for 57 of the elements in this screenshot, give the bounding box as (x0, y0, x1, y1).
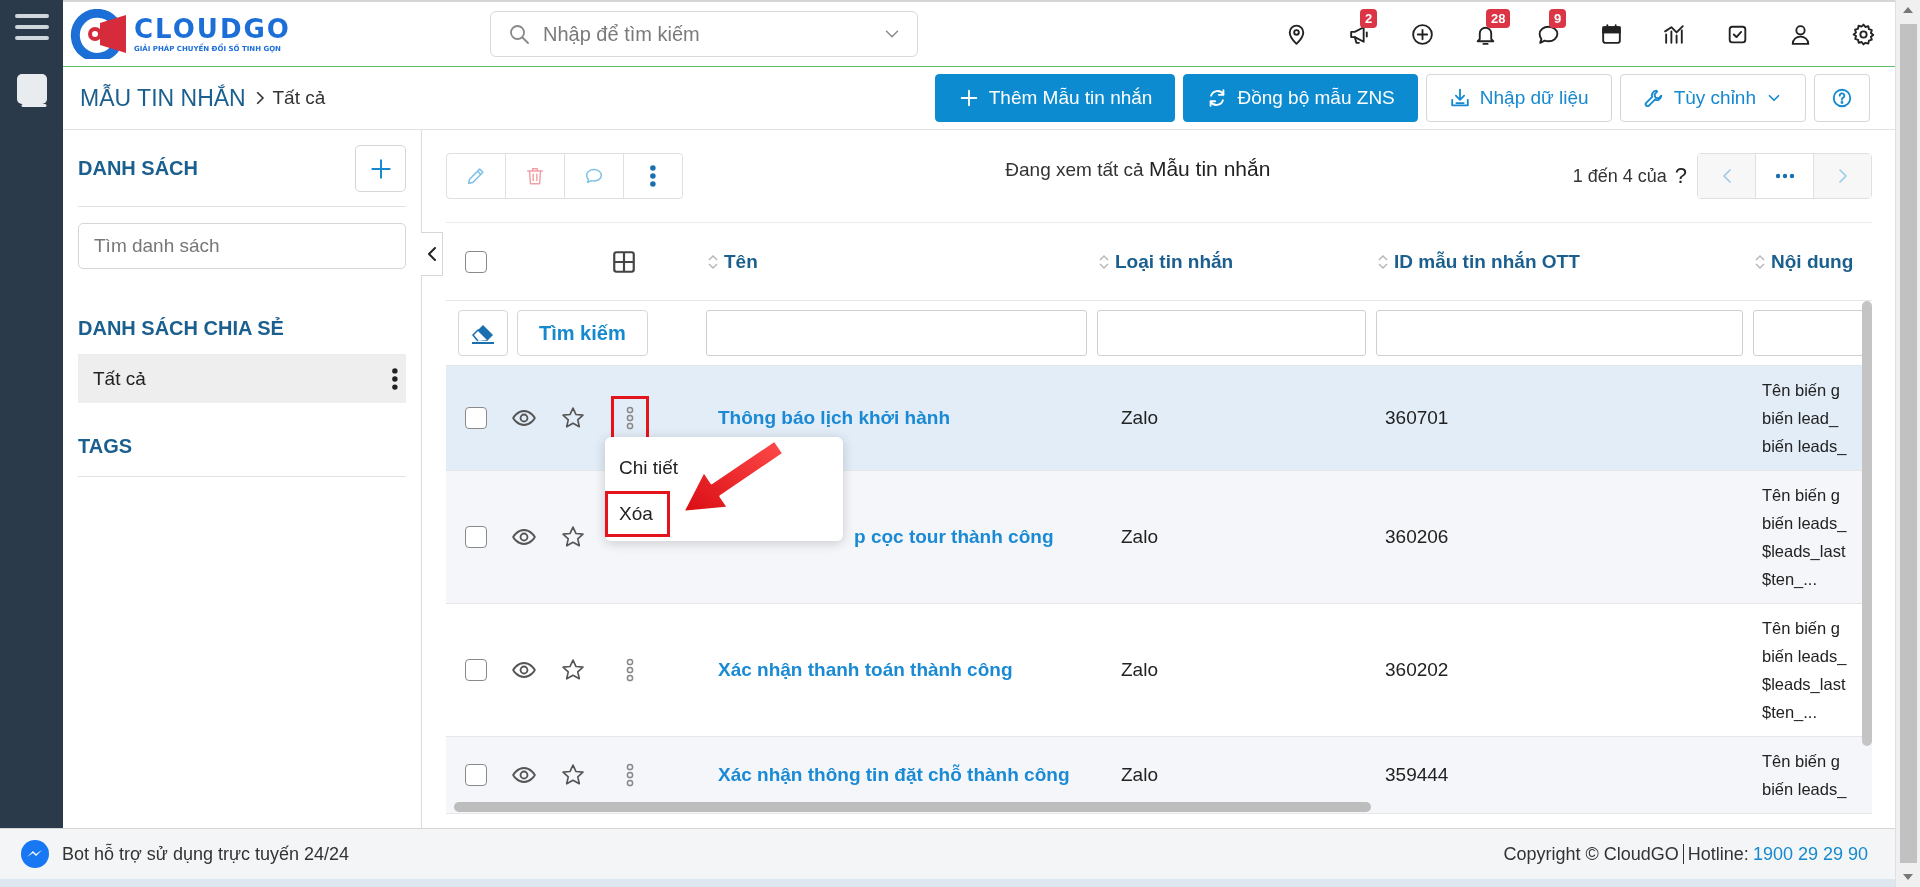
copyright-text: Copyright © CloudGO (1503, 843, 1679, 864)
table-cell-text: Tên biến g (1761, 380, 1841, 401)
megaphone-button[interactable]: 2 (1328, 9, 1391, 59)
search-field[interactable]: Nhập để tìm kiếm (490, 11, 918, 57)
table-cell-text: Zalo (1120, 659, 1159, 681)
table-cell-text: Tên biến g (1761, 618, 1841, 639)
table-cell-text: $ten_... (1761, 569, 1819, 590)
view-caption: Đang xem tất cả Mẫu tin nhắn (1004, 157, 1272, 181)
column-header[interactable]: Tên (704, 250, 1095, 273)
bell-button[interactable]: 28 (1454, 9, 1517, 59)
template-link[interactable]: Xác nhận thanh toán thành công (704, 659, 1095, 681)
table-cell-text: biến leads_ (1761, 436, 1848, 457)
total-count: ? (1674, 163, 1687, 189)
template-link[interactable]: Thông báo lịch khởi hành (704, 407, 1095, 429)
table-cell-text: 359444 (1384, 764, 1450, 786)
count-badge: 28 (1486, 9, 1511, 28)
template-link[interactable]: Xác nhận thông tin đặt chỗ thành công (704, 764, 1095, 786)
table-cell-text: biến leads_ (1761, 779, 1848, 800)
table-cell-text: $ten_... (1761, 702, 1819, 723)
table-cell-text: Zalo (1120, 407, 1159, 429)
table-cell-text: $leads_last (1761, 541, 1847, 562)
count-badge: 9 (1549, 9, 1567, 28)
table-cell-text: biến leads_ (1761, 513, 1848, 534)
add-template-button[interactable]: Thêm Mẫu tin nhắn (934, 74, 1176, 122)
menu-item[interactable]: Chi tiết (605, 445, 693, 491)
breadcrumb-current[interactable]: Tất cả (272, 87, 326, 109)
table-cell-text: 360701 (1384, 407, 1450, 429)
column-header[interactable]: Nội dung (1751, 250, 1872, 273)
page-title: MẪU TIN NHẮN (80, 84, 246, 112)
hotline-link[interactable]: 1900 29 29 90 (1752, 843, 1868, 864)
customize-button[interactable]: Tùy chỉnh (1619, 74, 1806, 122)
search-field[interactable]: Tìm danh sách (78, 223, 406, 269)
section-title: DANH SÁCH CHIA SẺ (78, 317, 285, 340)
menu-item[interactable]: Xóa (605, 491, 670, 537)
column-header[interactable]: ID mẫu tin nhắn OTT (1374, 250, 1751, 273)
list-item[interactable]: Tất cả (78, 354, 406, 403)
table-cell-text: biến leads_ (1761, 646, 1848, 667)
sync-button[interactable]: Đồng bộ mẫu ZNS (1183, 74, 1418, 122)
paging-text: 1 đến 4 của (1572, 165, 1667, 187)
table-cell-text: Zalo (1120, 526, 1159, 548)
import-button[interactable]: Nhập dữ liệu (1425, 74, 1612, 122)
table-cell-text: Tên biến g (1761, 751, 1841, 772)
support-text: Bot hỗ trợ sử dụng trực tuyến 24/24 (62, 843, 350, 865)
table-cell-text: 360206 (1384, 526, 1450, 548)
table-cell-text: biến lead_ (1761, 408, 1840, 429)
table-cell-text: Zalo (1120, 764, 1159, 786)
table-cell-text: Tên biến g (1761, 485, 1841, 506)
table-cell-text: 360202 (1384, 659, 1450, 681)
section-title: DANH SÁCH (78, 157, 198, 180)
search-button[interactable]: Tìm kiếm (517, 310, 648, 356)
chat-button[interactable]: 9 (1517, 9, 1580, 59)
column-header[interactable]: Loại tin nhắn (1095, 250, 1374, 273)
brand-name: CLOUDGO (134, 15, 291, 42)
hotline-label: Hotline: (1682, 843, 1749, 864)
table-cell-text: $leads_last (1761, 674, 1847, 695)
section-title: TAGS (78, 435, 406, 477)
count-badge: 2 (1360, 9, 1378, 28)
